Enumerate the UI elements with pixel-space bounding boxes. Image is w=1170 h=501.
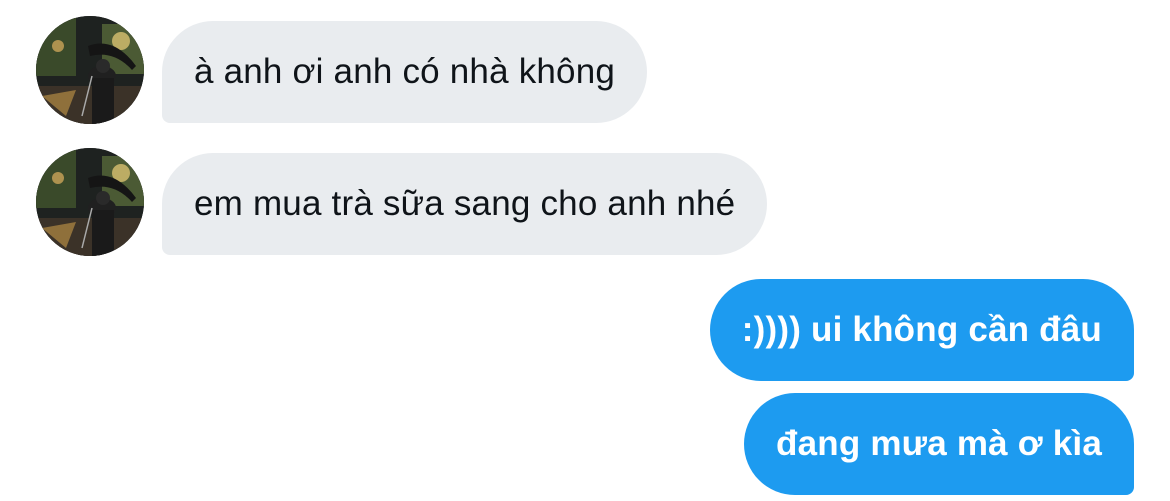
message-text: em mua trà sữa sang cho anh nhé [194,184,736,223]
incoming-message-bubble[interactable]: em mua trà sữa sang cho anh nhé [162,153,768,255]
sender-avatar[interactable] [36,16,144,124]
message-thread: à anh ơi anh có nhà không em mua trà sữa… [0,0,1170,501]
incoming-message-bubble[interactable]: à anh ơi anh có nhà không [162,21,648,123]
message-text: :)))) ui không cần đâu [741,310,1102,349]
sender-avatar[interactable] [36,148,144,256]
outgoing-message-bubble[interactable]: đang mưa mà ơ kìa [744,393,1134,495]
avatar-photo-image [36,148,144,256]
avatar-photo-image [36,16,144,124]
message-text: đang mưa mà ơ kìa [776,424,1102,463]
outgoing-message-bubble[interactable]: :)))) ui không cần đâu [709,279,1134,381]
message-text: à anh ơi anh có nhà không [194,52,616,91]
